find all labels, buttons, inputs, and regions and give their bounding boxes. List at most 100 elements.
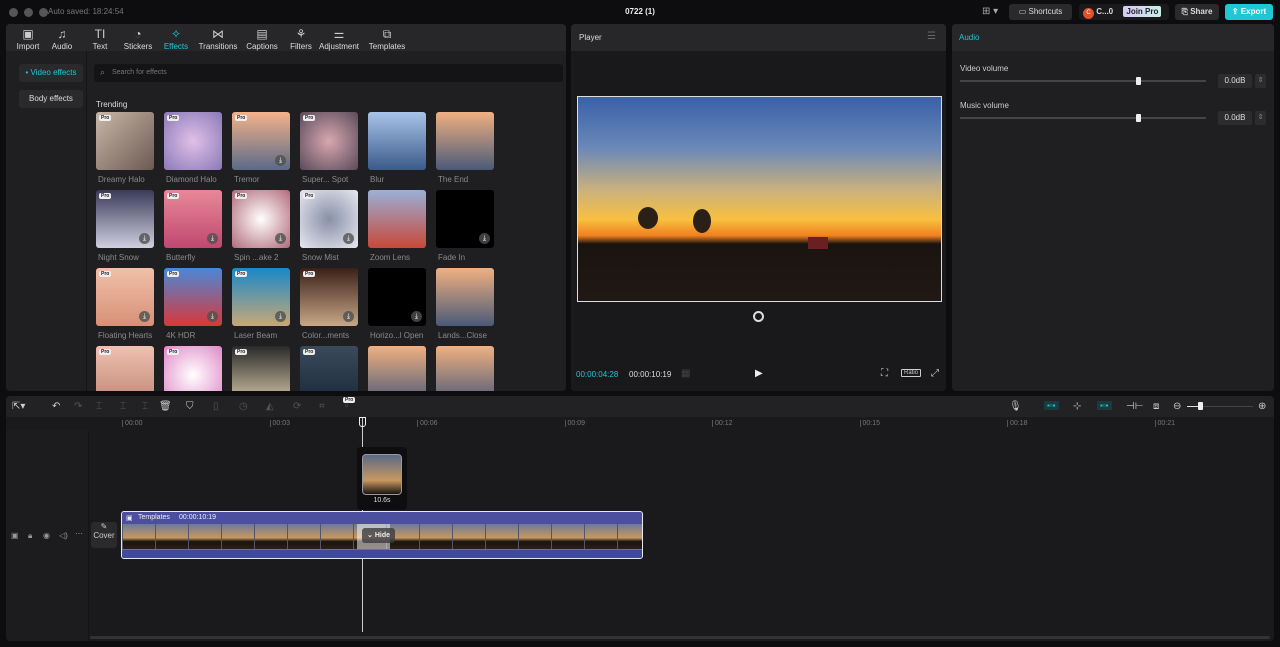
- delete-icon[interactable]: 🗑: [159, 401, 172, 412]
- waveform-icon[interactable]: ▦: [681, 368, 690, 379]
- rotate-clip-icon[interactable]: ⟳: [293, 401, 301, 412]
- menu-icon[interactable]: ☰: [927, 31, 936, 42]
- effect-tile[interactable]: Pro ⤓: [232, 268, 290, 326]
- close-window-button[interactable]: [9, 8, 18, 17]
- effect-tile[interactable]: Pro: [300, 112, 358, 170]
- tab-effects[interactable]: ✧ Effects: [154, 27, 198, 51]
- fullscreen-icon[interactable]: ⤢: [931, 368, 939, 379]
- maximize-window-button[interactable]: [39, 8, 48, 17]
- video-preview[interactable]: [577, 96, 942, 302]
- download-icon[interactable]: ⤓: [479, 233, 490, 244]
- effect-tile[interactable]: Pro: [232, 346, 290, 391]
- effect-tile[interactable]: Pro ⤓: [164, 268, 222, 326]
- split-icon[interactable]: ⌶: [96, 401, 102, 412]
- download-icon[interactable]: ⤓: [139, 311, 150, 322]
- video-volume-stepper[interactable]: ⇕: [1255, 74, 1266, 88]
- slider-knob[interactable]: [1136, 114, 1142, 122]
- music-volume-stepper[interactable]: ⇕: [1255, 111, 1266, 125]
- download-icon[interactable]: ⤓: [411, 311, 422, 322]
- horizontal-scrollbar[interactable]: [90, 636, 1270, 639]
- split-right-icon[interactable]: ⌶: [142, 401, 148, 412]
- download-icon[interactable]: ⤓: [343, 311, 354, 322]
- download-icon[interactable]: ⤓: [275, 155, 286, 166]
- snap-icon[interactable]: ▪▫▪: [1097, 401, 1112, 410]
- lock-icon[interactable]: 🔒︎: [28, 531, 32, 541]
- download-icon[interactable]: ⤓: [275, 311, 286, 322]
- playhead-handle[interactable]: [359, 417, 366, 427]
- effect-tile[interactable]: Pro ⤓: [300, 268, 358, 326]
- mirror-icon[interactable]: ◭: [266, 401, 274, 412]
- download-icon[interactable]: ⤓: [275, 233, 286, 244]
- microphone-icon[interactable]: 🎙: [1009, 401, 1022, 412]
- effect-tile[interactable]: Pro ⤓: [96, 190, 154, 248]
- ratio-button[interactable]: Ratio: [901, 369, 922, 377]
- audio-mute-icon[interactable]: ◁): [59, 531, 68, 540]
- effect-tile[interactable]: Pro: [164, 346, 222, 391]
- redo-icon[interactable]: ↷: [74, 401, 82, 412]
- effect-tile[interactable]: ⤓: [436, 190, 494, 248]
- tab-templates[interactable]: ⧉ Templates: [365, 27, 409, 51]
- play-button[interactable]: ▶: [755, 368, 763, 379]
- download-icon[interactable]: ⤓: [343, 233, 354, 244]
- zoom-slider-knob[interactable]: [1197, 402, 1203, 410]
- effect-tile[interactable]: [436, 112, 494, 170]
- effect-tile[interactable]: [436, 346, 494, 391]
- freeze-icon[interactable]: ▯: [213, 401, 219, 412]
- select-tool-icon[interactable]: ⇱▾: [12, 401, 25, 412]
- reverse-icon[interactable]: ◷: [239, 401, 248, 412]
- effect-tile[interactable]: Pro: [300, 346, 358, 391]
- slider-knob[interactable]: [1136, 77, 1142, 85]
- export-button[interactable]: ⇪ Export: [1225, 4, 1273, 20]
- effect-tile[interactable]: Pro ⤓: [96, 268, 154, 326]
- timeline-zoom-slider[interactable]: [1187, 402, 1253, 410]
- zoom-out-icon[interactable]: ⊖: [1173, 401, 1181, 412]
- crop-icon[interactable]: ⌗: [319, 401, 325, 412]
- effect-tile[interactable]: [368, 346, 426, 391]
- tab-adjustment[interactable]: ⚌ Adjustment: [317, 27, 361, 51]
- effect-tile[interactable]: Pro: [96, 112, 154, 170]
- preview-icon[interactable]: ⧈: [1153, 401, 1159, 412]
- undo-icon[interactable]: ↶: [52, 401, 60, 412]
- video-volume-input[interactable]: 0.0dB: [1218, 74, 1252, 88]
- tab-transitions[interactable]: ⋈ Transitions: [196, 27, 240, 51]
- download-icon[interactable]: ⤓: [207, 233, 218, 244]
- hide-button[interactable]: ⌄ Hide: [362, 528, 395, 543]
- video-effects-category[interactable]: • Video effects: [19, 64, 83, 82]
- body-effects-category[interactable]: Body effects: [19, 90, 83, 108]
- split-preview-icon[interactable]: ⊣⊢: [1126, 401, 1143, 412]
- minimize-window-button[interactable]: [24, 8, 33, 17]
- marker-icon[interactable]: ⛉: [186, 401, 194, 412]
- zoom-in-icon[interactable]: ⊕: [1258, 401, 1266, 412]
- tab-captions[interactable]: ▤ Captions: [240, 27, 284, 51]
- share-button[interactable]: ⎘ Share: [1175, 4, 1219, 20]
- effect-tile[interactable]: Pro: [164, 112, 222, 170]
- rotate-icon[interactable]: [753, 311, 764, 322]
- account-button[interactable]: C C...0 Join Pro: [1079, 4, 1169, 20]
- effect-tile[interactable]: [436, 268, 494, 326]
- effect-tile[interactable]: [368, 190, 426, 248]
- music-volume-input[interactable]: 0.0dB: [1218, 111, 1252, 125]
- effect-tile[interactable]: Pro ⤓: [232, 112, 290, 170]
- join-pro-button[interactable]: Join Pro: [1123, 6, 1162, 17]
- effect-tile[interactable]: Pro ⤓: [300, 190, 358, 248]
- download-icon[interactable]: ⤓: [139, 233, 150, 244]
- effect-tile[interactable]: Pro: [96, 346, 154, 391]
- effect-tile[interactable]: Pro ⤓: [232, 190, 290, 248]
- audio-tab[interactable]: Audio: [959, 33, 979, 42]
- effect-tile[interactable]: Pro ⤓: [164, 190, 222, 248]
- search-input[interactable]: ⌕ Search for effects: [94, 64, 563, 82]
- visibility-icon[interactable]: ◉: [43, 531, 50, 540]
- video-volume-slider[interactable]: [960, 77, 1206, 85]
- download-icon[interactable]: ⤓: [207, 311, 218, 322]
- cover-button[interactable]: ✎ Cover: [91, 522, 117, 548]
- effect-tile[interactable]: ⤓: [368, 268, 426, 326]
- link-icon[interactable]: ⊹: [1073, 401, 1081, 412]
- magnet-icon[interactable]: ▪▫▪: [1044, 401, 1059, 410]
- zoom-fit-icon[interactable]: ⛶: [881, 368, 888, 379]
- split-left-icon[interactable]: ⌶: [120, 401, 126, 412]
- shortcuts-button[interactable]: ▭ Shortcuts: [1009, 4, 1072, 20]
- timeline-clip[interactable]: ▣ Templates 00:00:10:19 ⌄ Hide: [121, 511, 643, 559]
- more-icon[interactable]: ⋯: [75, 529, 83, 538]
- music-volume-slider[interactable]: [960, 114, 1206, 122]
- effect-tile[interactable]: [368, 112, 426, 170]
